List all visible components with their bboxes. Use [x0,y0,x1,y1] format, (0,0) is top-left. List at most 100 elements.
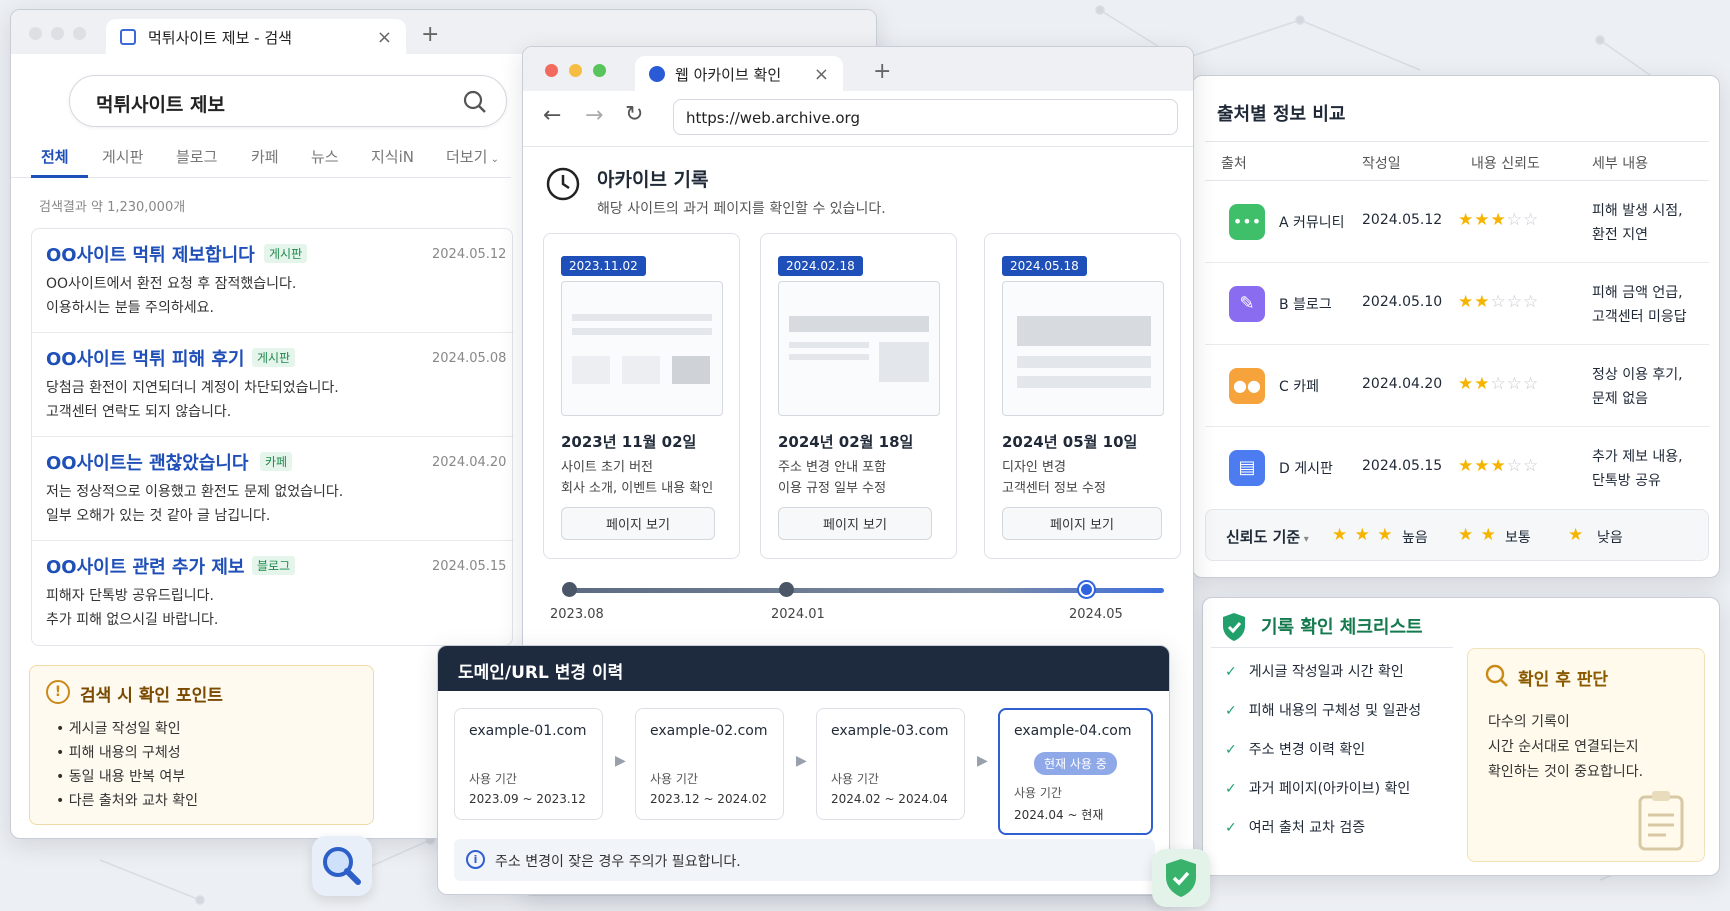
window-close-dot[interactable] [545,64,558,77]
warning-icon: ! [46,680,70,704]
checklist-item[interactable]: ✓ 게시글 작성일과 시간 확인 [1225,661,1404,681]
tip-item: • 다른 출처와 교차 확인 [56,793,198,809]
snapshot-thumbnail [561,281,723,416]
search-tab[interactable]: 먹튀사이트 제보 - 검색 × [106,19,406,55]
snapshot-card[interactable]: 2023.11.02 2023년 11월 02일 사이트 초기 버전 회사 소개… [543,233,740,559]
result-badge: 게시판 [264,244,308,263]
tab-all[interactable]: 전체 [41,146,69,167]
period-label: 사용 기간 [650,772,698,786]
tab-blog[interactable]: 블로그 [176,146,217,167]
detail-line1: 피해 발생 시점, [1592,203,1683,219]
timeline-point-current[interactable] [1079,582,1094,597]
shield-check-icon [1166,859,1196,897]
check-icon: ✓ [1225,703,1237,719]
snapshot-card[interactable]: 2024.02.18 2024년 02월 18일 주소 변경 안내 포함 이용 … [760,233,957,559]
domain-card-current[interactable]: example-04.com 현재 사용 중 사용 기간 2024.04 ~ 현… [998,708,1153,835]
timeline-track[interactable] [567,588,1164,593]
search-icon[interactable] [462,89,488,115]
timeline-point[interactable] [779,582,794,597]
result-title[interactable]: OO사이트 관련 추가 제보 [46,553,244,579]
source-date: 2024.04.20 [1362,376,1443,392]
list-item[interactable]: OO사이트 먹튀 제보합니다 게시판 2024.05.12 OO사이트에서 환전… [32,229,514,333]
reload-icon[interactable]: ↻ [625,102,643,127]
period-label: 사용 기간 [1014,786,1062,800]
pencil-icon: ✎ [1229,286,1265,322]
thumb-block [672,356,710,384]
detail-line1: 정상 이용 후기, [1592,367,1683,383]
detail-line2: 환전 지연 [1592,227,1648,243]
legend-dropdown[interactable]: 신뢰도 기준 ▾ [1226,526,1309,547]
checklist-item[interactable]: ✓ 주소 변경 이력 확인 [1225,739,1365,759]
domain-card[interactable]: example-03.com 사용 기간 2024.02 ~ 2024.04 [816,708,965,820]
tab-more[interactable]: 더보기 ⌄ [446,146,499,167]
search-input[interactable]: 먹튀사이트 제보 [96,90,225,117]
compare-title: 출처별 정보 비교 [1217,104,1346,125]
search-tab-icon [120,29,136,45]
window-zoom-dot[interactable] [73,27,86,40]
rating-legend: 신뢰도 기준 ▾ ★ ★ ★ 높음 ★ ★ 보통 ★ 낮음 [1205,509,1709,561]
back-arrow-icon[interactable]: ← [543,103,561,128]
domain-name: example-04.com [1014,723,1132,739]
snapshot-desc2: 회사 소개, 이벤트 내용 확인 [561,481,714,496]
tab-news[interactable]: 뉴스 [311,146,339,167]
search-tab-title: 먹튀사이트 제보 - 검색 [148,28,292,47]
checklist-panel: 기록 확인 체크리스트 ✓ 게시글 작성일과 시간 확인 ✓ 피해 내용의 구체성 … [1202,597,1720,876]
document-icon: ▤ [1229,450,1265,486]
tab-cafe[interactable]: 카페 [251,146,279,167]
rating-stars: ★★★☆☆ [1458,210,1540,230]
list-item[interactable]: OO사이트 관련 추가 제보 블로그 2024.05.15 피해자 단톡방 공유… [32,541,514,645]
new-tab-icon[interactable]: + [873,59,891,84]
result-title[interactable]: OO사이트 먹튀 피해 후기 [46,345,244,371]
new-tab-icon[interactable]: + [421,22,439,47]
archive-tab[interactable]: 웹 아카이브 확인 × [635,56,843,92]
url-field[interactable]: https://web.archive.org [673,99,1178,135]
domain-name: example-01.com [469,723,587,739]
table-row: ●● C 카페 2024.04.20 ★★☆☆☆ 정상 이용 후기, 문제 없음 [1205,345,1709,427]
checklist-item[interactable]: ✓ 여러 출처 교차 검증 [1225,817,1365,837]
view-page-button[interactable]: 페이지 보기 [561,507,715,540]
search-box[interactable]: 먹튀사이트 제보 [69,75,507,127]
result-title[interactable]: OO사이트 먹튀 제보합니다 [46,241,255,267]
window-minimize-dot[interactable] [51,27,64,40]
result-date: 2024.05.08 [432,351,507,366]
checklist-item[interactable]: ✓ 피해 내용의 구체성 및 일관성 [1225,700,1421,720]
result-date: 2024.05.12 [432,247,507,262]
table-row: ▤ D 게시판 2024.05.15 ★★★☆☆ 추가 제보 내용, 단톡방 공… [1205,427,1709,509]
magnifier-badge [312,836,372,896]
domain-card[interactable]: example-01.com 사용 기간 2023.09 ~ 2023.12 [454,708,603,820]
result-snippet-line1: 피해자 단톡방 공유드립니다. [46,588,214,604]
close-icon[interactable]: × [814,64,829,85]
tip-item: • 피해 내용의 구체성 [56,745,181,761]
domain-card[interactable]: example-02.com 사용 기간 2023.12 ~ 2024.02 [635,708,784,820]
list-item[interactable]: OO사이트 먹튀 피해 후기 게시판 2024.05.08 당첨금 환전이 지연… [32,333,514,437]
forward-arrow-icon[interactable]: → [585,103,603,128]
close-icon[interactable]: × [377,27,392,48]
check-icon: ✓ [1225,664,1237,680]
window-zoom-dot[interactable] [593,64,606,77]
result-snippet-line1: OO사이트에서 환전 요청 후 잠적했습니다. [46,276,297,292]
list-item[interactable]: OO사이트는 괜찮았습니다 카페 2024.04.20 저는 정상적으로 이용했… [32,437,514,541]
judge-line1: 다수의 기록이 [1488,714,1570,730]
snapshot-card[interactable]: 2024.05.18 2024년 05월 10일 디자인 변경 고객센터 정보 … [984,233,1181,559]
tab-kin[interactable]: 지식iN [371,146,414,167]
legend-stars-low: ★ [1568,525,1585,545]
source-date: 2024.05.12 [1362,212,1443,228]
timeline-point[interactable] [562,582,577,597]
window-close-dot[interactable] [29,27,42,40]
judge-line3: 확인하는 것이 중요합니다. [1488,764,1644,780]
tab-board[interactable]: 게시판 [102,146,143,167]
view-page-button[interactable]: 페이지 보기 [1002,507,1162,540]
chevron-right-icon: ▶ [977,753,988,769]
checklist-item[interactable]: ✓ 과거 페이지(아카이브) 확인 [1225,778,1410,798]
detail-line2: 단톡방 공유 [1592,473,1661,489]
view-page-button[interactable]: 페이지 보기 [778,507,932,540]
result-badge: 게시판 [252,348,296,367]
current-badge: 현재 사용 중 [1034,752,1117,775]
archive-tab-icon [649,66,665,82]
domain-panel-header: 도메인/URL 변경 이력 [438,646,1169,691]
domain-period: 2024.02 ~ 2024.04 [831,792,948,806]
result-title[interactable]: OO사이트는 괜찮았습니다 [46,449,248,475]
window-minimize-dot[interactable] [569,64,582,77]
rating-stars: ★★☆☆☆ [1458,374,1540,394]
magnifier-icon [323,847,361,885]
